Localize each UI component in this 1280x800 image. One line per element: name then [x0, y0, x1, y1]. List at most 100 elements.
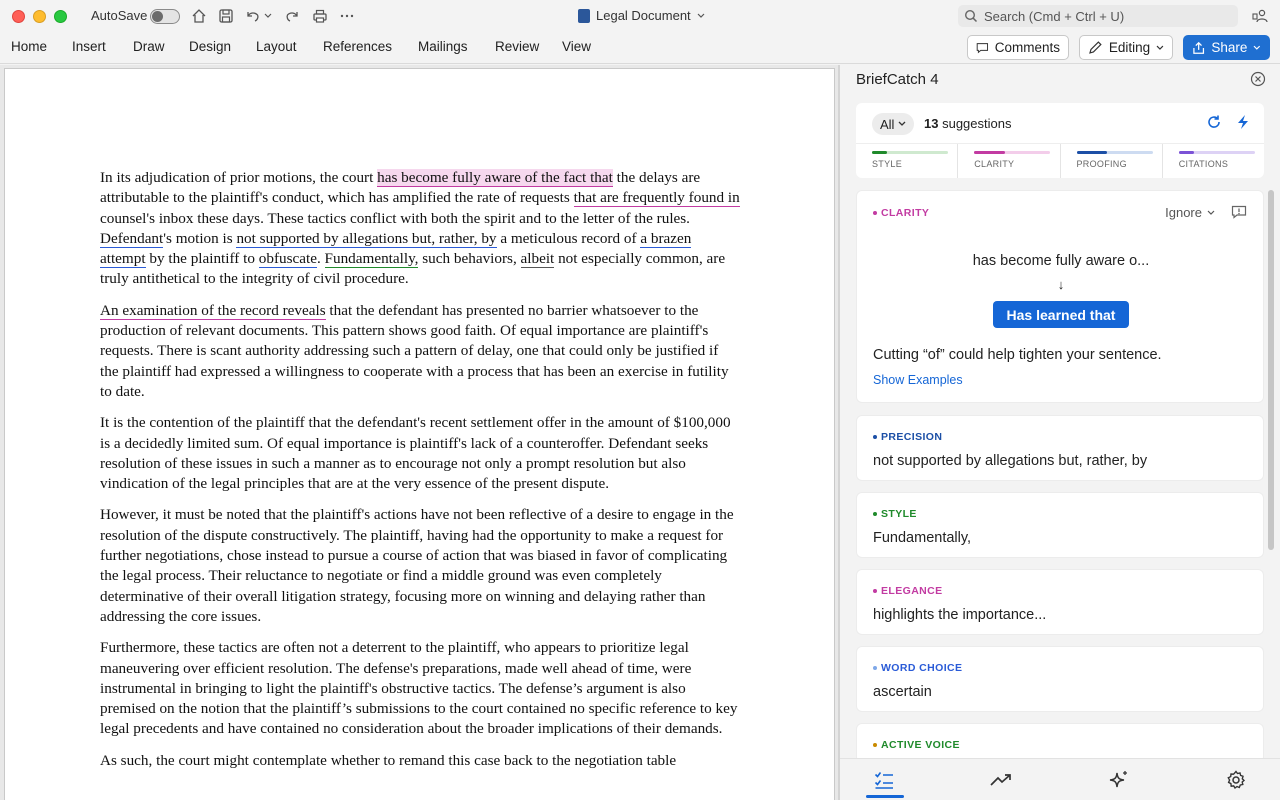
panel-title: BriefCatch 4: [856, 71, 939, 88]
flagged-phrase[interactable]: An examination of the record reveals: [100, 301, 326, 320]
search-placeholder: Search (Cmd + Ctrl + U): [984, 8, 1125, 24]
minimize-window-button[interactable]: [33, 10, 46, 23]
suggestion-tag: PRECISION: [873, 431, 942, 443]
chevron-down-icon: [898, 121, 906, 126]
paragraph[interactable]: An examination of the record reveals tha…: [100, 301, 740, 402]
tab-design[interactable]: Design: [189, 39, 231, 54]
tab-draw[interactable]: Draw: [133, 39, 165, 54]
autosave-label: AutoSave: [91, 8, 148, 23]
chevron-down-icon: [697, 13, 705, 18]
search-field[interactable]: Search (Cmd + Ctrl + U): [958, 5, 1238, 27]
suggestion-card[interactable]: PRECISION not supported by allegations b…: [856, 415, 1264, 481]
document-page[interactable]: In its adjudication of prior motions, th…: [4, 68, 835, 800]
sparkles-icon[interactable]: [1108, 770, 1130, 790]
more-icon[interactable]: [337, 6, 357, 26]
paragraph[interactable]: In its adjudication of prior motions, th…: [100, 168, 740, 290]
filter-dropdown[interactable]: All: [872, 113, 915, 135]
style-progress: [872, 151, 948, 154]
tab-references[interactable]: References: [323, 39, 392, 54]
active-suggestion-card[interactable]: CLARITY Ignore has become fully aware o.…: [856, 190, 1264, 403]
flagged-phrase[interactable]: that are frequently found in: [573, 189, 740, 208]
undo-dropdown-icon[interactable]: [262, 6, 274, 26]
checklist-icon[interactable]: [873, 770, 895, 790]
close-panel-icon[interactable]: [1250, 71, 1266, 92]
undo-icon[interactable]: [243, 6, 263, 26]
paragraph[interactable]: However, it must be noted that the plain…: [100, 505, 740, 627]
word-document-icon: [578, 8, 590, 23]
share-button[interactable]: Share: [1183, 35, 1270, 60]
category-clarity[interactable]: CLARITY: [958, 144, 1061, 178]
proofing-progress: [1076, 151, 1153, 154]
feedback-icon[interactable]: [1231, 205, 1247, 224]
clarity-progress: [974, 151, 1051, 154]
chevron-down-icon: [1253, 45, 1261, 50]
suggestion-card[interactable]: WORD CHOICE ascertain: [856, 646, 1264, 712]
category-citations[interactable]: CITATIONS: [1163, 144, 1264, 178]
print-icon[interactable]: [310, 6, 330, 26]
suggestion-tag: STYLE: [873, 508, 917, 520]
flagged-phrase[interactable]: obfuscate: [258, 250, 317, 269]
refresh-icon[interactable]: [1206, 114, 1222, 135]
tab-view[interactable]: View: [562, 39, 591, 54]
redo-icon[interactable]: [282, 6, 302, 26]
lightning-icon[interactable]: [1236, 114, 1250, 135]
suggestion-tag: ELEGANCE: [873, 585, 943, 597]
flagged-phrase-style[interactable]: Fundamentally,: [324, 250, 419, 269]
suggestion-count: 13 suggestions: [924, 116, 1012, 131]
tab-mailings[interactable]: Mailings: [418, 39, 468, 54]
suggestion-explanation: Cutting “of” could help tighten your sen…: [873, 347, 1162, 363]
suggestion-tag: ACTIVE VOICE: [873, 739, 960, 751]
paragraph[interactable]: Furthermore, these tactics are often not…: [100, 638, 740, 739]
editing-label: Editing: [1108, 40, 1151, 55]
share-label: Share: [1211, 40, 1248, 55]
flagged-phrase-precision[interactable]: not supported by allegations but, rather…: [236, 229, 497, 248]
tab-insert[interactable]: Insert: [72, 39, 106, 54]
tab-home[interactable]: Home: [11, 39, 47, 54]
suggestion-text: Fundamentally,: [873, 530, 972, 546]
paragraph[interactable]: It is the contention of the plaintiff th…: [100, 413, 740, 494]
arrow-down-icon: ↓: [1057, 277, 1065, 292]
show-examples-link[interactable]: Show Examples: [873, 373, 963, 387]
account-icon[interactable]: [1250, 6, 1270, 26]
document-body[interactable]: In its adjudication of prior motions, th…: [100, 168, 740, 782]
maximize-window-button[interactable]: [54, 10, 67, 23]
home-icon[interactable]: [189, 6, 209, 26]
save-icon[interactable]: [216, 6, 236, 26]
suggestion-card[interactable]: STYLE Fundamentally,: [856, 492, 1264, 558]
original-text: has become fully aware o...: [972, 253, 1150, 269]
ignore-button[interactable]: Ignore: [1165, 205, 1215, 220]
suggestion-text: not supported by allegations but, rather…: [873, 453, 1148, 469]
chevron-down-icon: [1156, 45, 1164, 50]
comments-button[interactable]: Comments: [967, 35, 1069, 60]
flagged-phrase[interactable]: Defendant: [100, 229, 164, 248]
document-title[interactable]: Legal Document: [578, 8, 705, 23]
settings-gear-icon[interactable]: [1225, 770, 1247, 790]
tab-review[interactable]: Review: [495, 39, 539, 54]
search-icon: [964, 9, 978, 26]
suggestion-tag: CLARITY: [873, 207, 929, 219]
suggestion-card[interactable]: ELEGANCE highlights the importance...: [856, 569, 1264, 635]
suggestion-card[interactable]: ACTIVE VOICE: [856, 723, 1264, 763]
panel-bottom-nav: [840, 758, 1280, 800]
editing-mode-button[interactable]: Editing: [1079, 35, 1173, 60]
trending-icon[interactable]: [990, 770, 1012, 790]
flagged-phrase-clarity[interactable]: has become fully aware of the fact that: [377, 169, 613, 187]
close-window-button[interactable]: [12, 10, 25, 23]
autosave-toggle[interactable]: [150, 9, 180, 24]
paragraph[interactable]: As such, the court might contemplate whe…: [100, 751, 740, 771]
panel-scrollbar[interactable]: [1267, 190, 1275, 550]
document-canvas[interactable]: In its adjudication of prior motions, th…: [0, 65, 838, 800]
suggestion-text: highlights the importance...: [873, 607, 1047, 623]
filter-label: All: [880, 116, 895, 132]
suggestion-text: ascertain: [873, 684, 932, 700]
category-style[interactable]: STYLE: [856, 144, 959, 178]
comments-label: Comments: [994, 40, 1060, 55]
scrollbar-thumb[interactable]: [1268, 190, 1274, 550]
flagged-phrase[interactable]: albeit: [520, 250, 555, 269]
tab-layout[interactable]: Layout: [256, 39, 297, 54]
ribbon-tabs: Home Insert Draw Design Layout Reference…: [0, 32, 1280, 64]
document-title-text: Legal Document: [596, 8, 691, 23]
category-proofing[interactable]: PROOFING: [1061, 144, 1163, 178]
citations-progress: [1178, 151, 1255, 154]
accept-suggestion-button[interactable]: Has learned that: [993, 301, 1129, 328]
